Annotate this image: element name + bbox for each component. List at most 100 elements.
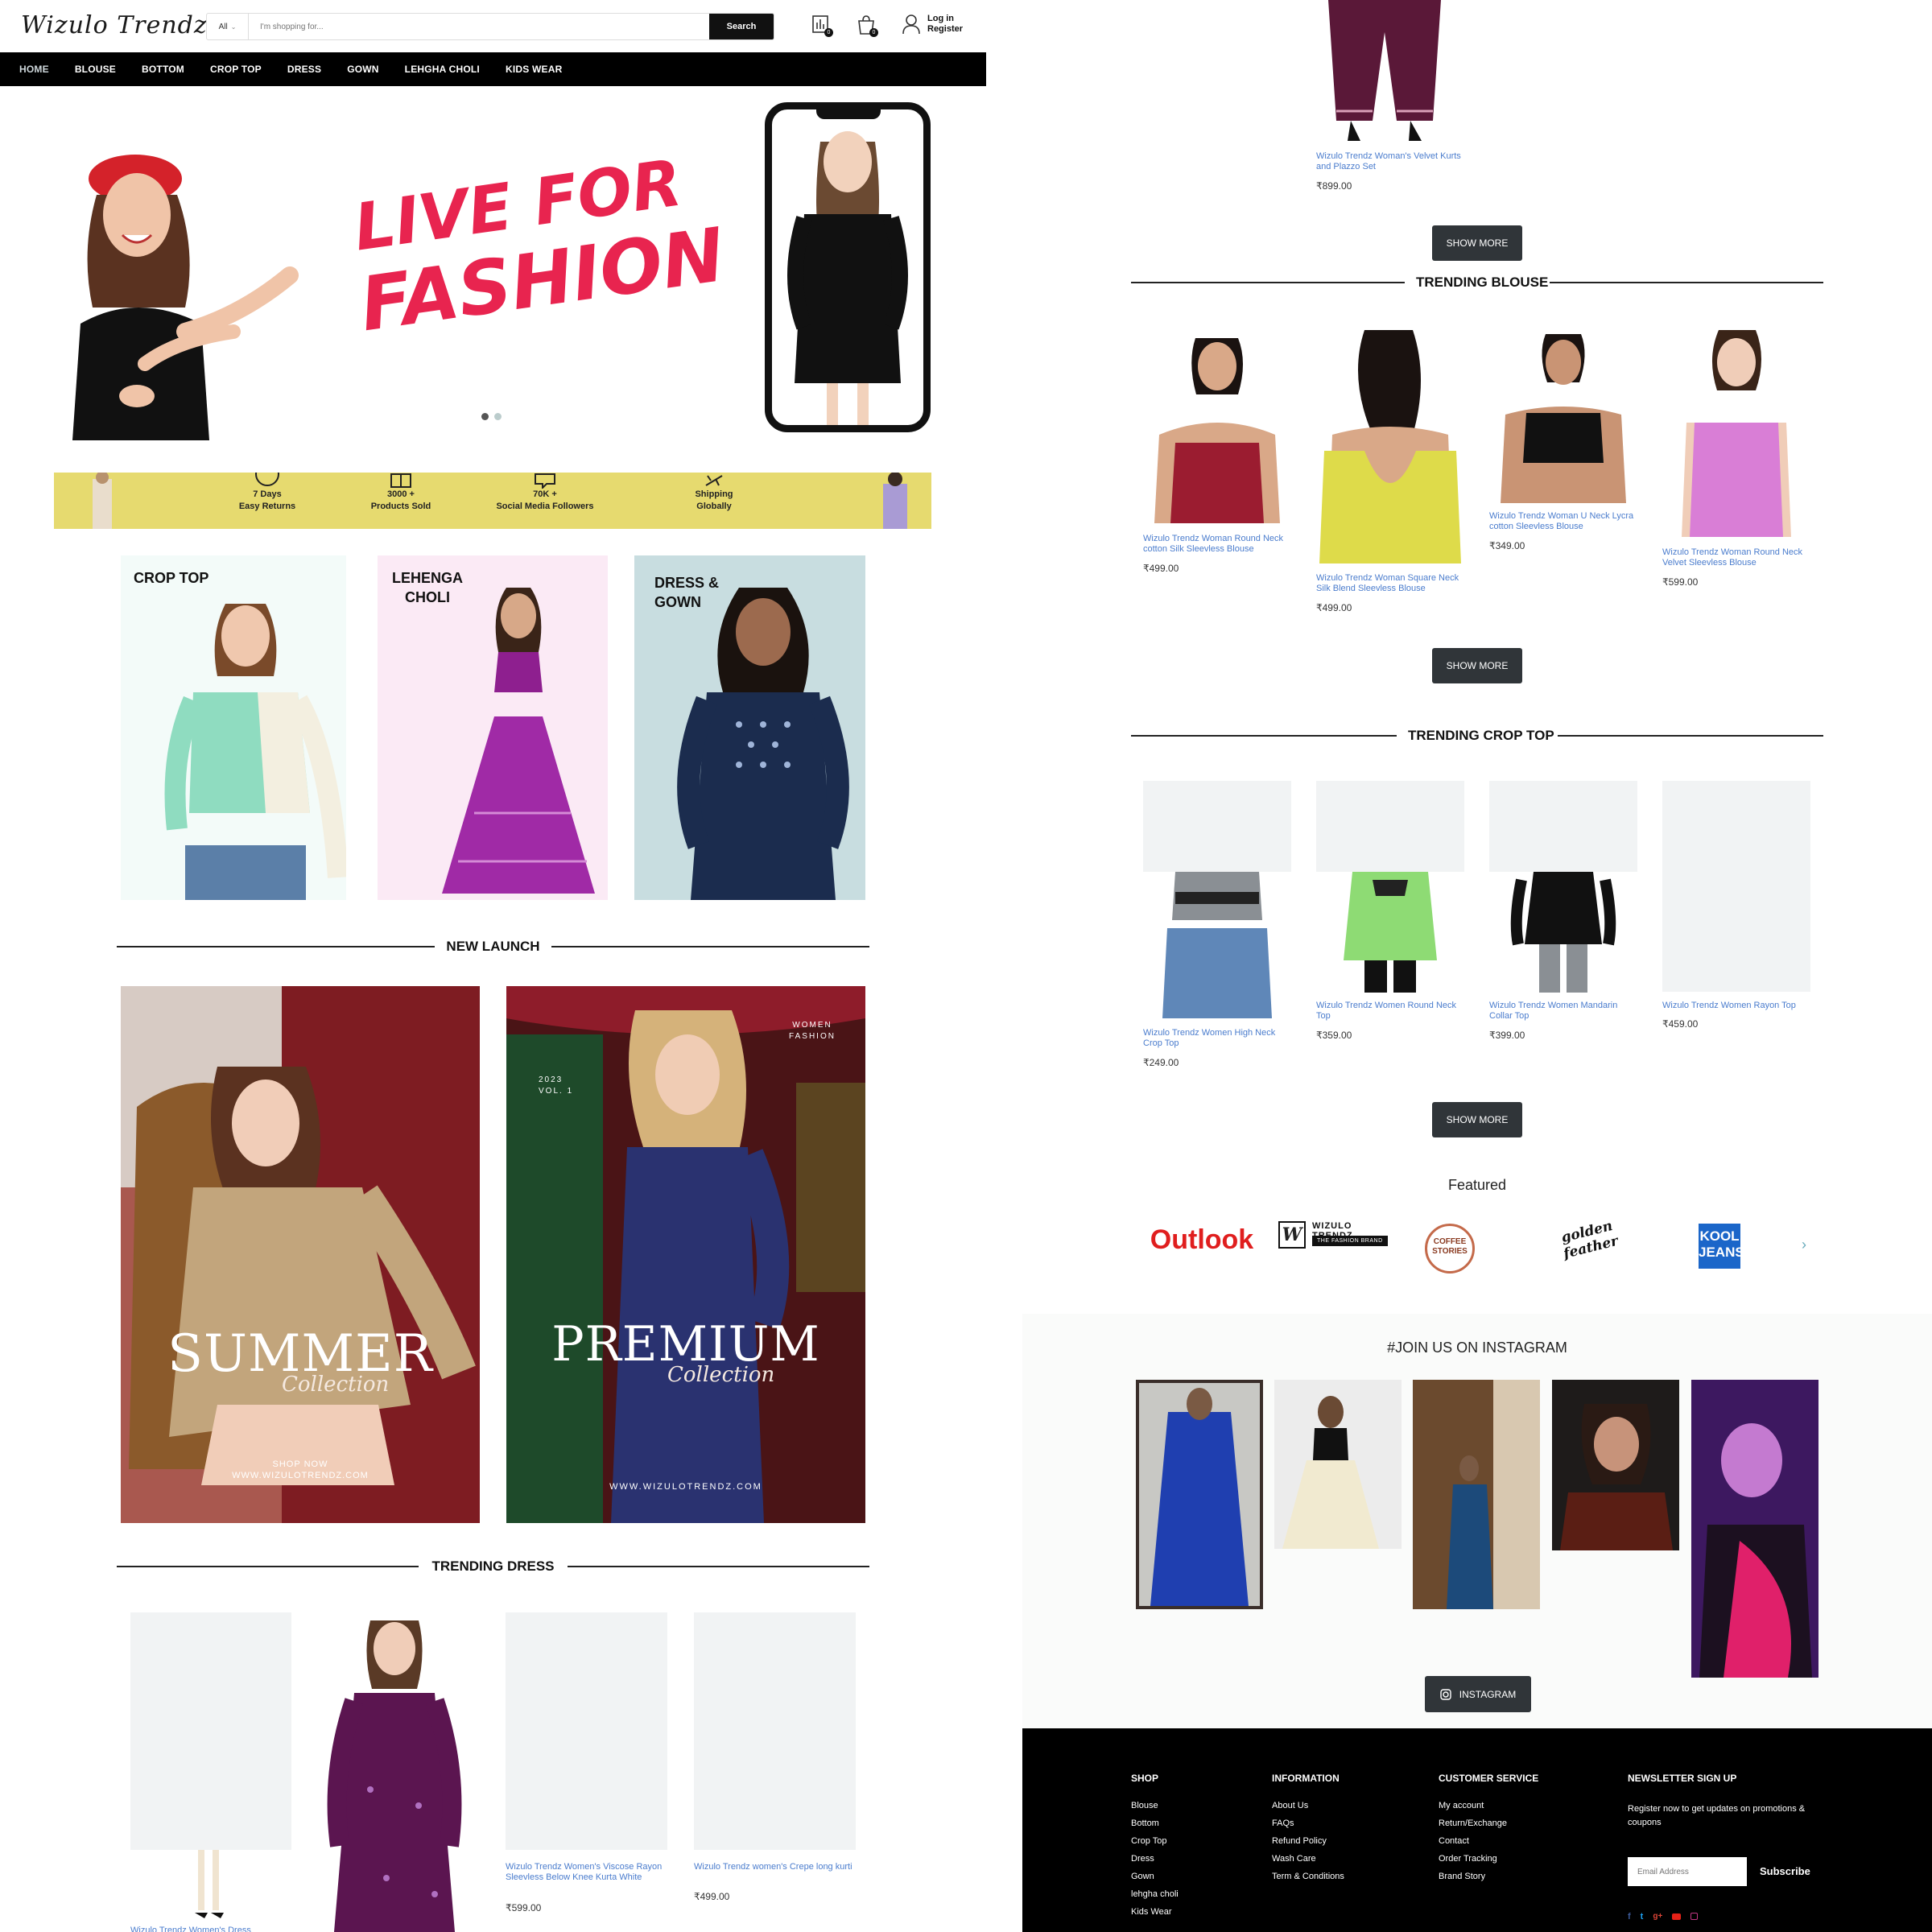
footer-link-wash-care[interactable]: Wash Care — [1272, 1850, 1344, 1868]
instagram-post-4[interactable] — [1552, 1380, 1679, 1550]
instagram-post-3[interactable] — [1413, 1380, 1540, 1609]
show-more-button-crop[interactable]: SHOW MORE — [1432, 1102, 1522, 1137]
featured-logo-outlook[interactable]: Outlook — [1141, 1220, 1262, 1260]
show-more-button-blouse[interactable]: SHOW MORE — [1432, 648, 1522, 683]
blouse-4-image — [1682, 330, 1791, 537]
crop-4-name[interactable]: Wizulo Trendz Women Rayon Top — [1662, 1001, 1815, 1011]
footer-link-bottom[interactable]: Bottom — [1131, 1814, 1179, 1832]
footer-link-about[interactable]: About Us — [1272, 1797, 1344, 1814]
search-scope-select[interactable]: All ⌄ — [207, 14, 249, 39]
crop-3-name[interactable]: Wizulo Trendz Women Mandarin Collar Top — [1489, 1001, 1642, 1022]
category-tile-crop-top[interactable]: CROP TOP — [121, 555, 346, 900]
premium-year: 2023 — [539, 1075, 564, 1084]
product-card-crop-3[interactable] — [1489, 781, 1637, 872]
compare-count-badge: 0 — [824, 28, 833, 37]
twitter-icon[interactable]: t — [1641, 1912, 1644, 1922]
dress-3-name[interactable]: Wizulo Trendz Women's Viscose Rayon Slee… — [506, 1862, 667, 1883]
dress-1-name[interactable]: Wizulo Trendz Women's Dress — [130, 1926, 291, 1932]
nav-lehgha-choli[interactable]: LEHGHA CHOLI — [405, 64, 480, 75]
instagram-post-1[interactable] — [1136, 1380, 1263, 1609]
nav-crop-top[interactable]: CROP TOP — [210, 64, 262, 75]
footer-link-my-account[interactable]: My account — [1439, 1797, 1507, 1814]
featured-next-arrow[interactable]: › — [1802, 1236, 1806, 1253]
featured-logo-golden-feather[interactable]: golden feather — [1550, 1216, 1629, 1272]
featured-logo-coffee-stories[interactable]: COFFEE STORIES — [1425, 1224, 1475, 1274]
crop-2-name[interactable]: Wizulo Trendz Women Round Neck Top — [1316, 1001, 1469, 1022]
newsletter-email-input[interactable] — [1628, 1857, 1747, 1886]
compare-button[interactable]: 0 — [811, 14, 833, 37]
footer-link-contact[interactable]: Contact — [1439, 1832, 1507, 1850]
search-button[interactable]: Search — [709, 14, 774, 39]
show-more-button-dress[interactable]: SHOW MORE — [1432, 225, 1522, 261]
footer-link-terms[interactable]: Term & Conditions — [1272, 1868, 1344, 1885]
product-card-crop-1[interactable] — [1143, 781, 1291, 872]
cart-count-badge: 0 — [869, 28, 878, 37]
product-card-dress-4[interactable] — [694, 1612, 856, 1850]
nav-dress[interactable]: DRESS — [287, 64, 321, 75]
cart-button[interactable]: 0 — [857, 14, 878, 37]
instagram-button[interactable]: INSTAGRAM — [1425, 1676, 1531, 1712]
facebook-icon[interactable]: f — [1628, 1912, 1631, 1922]
login-link[interactable]: Log in — [927, 14, 963, 24]
footer-link-blouse[interactable]: Blouse — [1131, 1797, 1179, 1814]
brand-logo[interactable]: Wizulo Trendz — [21, 11, 208, 39]
instagram-post-2[interactable] — [1274, 1380, 1402, 1549]
blouse-3-image — [1501, 334, 1626, 503]
trust-bar: 7 Days Easy Returns 3000 + Products Sold… — [54, 473, 931, 529]
instagram-post-5[interactable] — [1691, 1380, 1818, 1678]
google-plus-icon[interactable]: g+ — [1653, 1912, 1662, 1922]
blouse-2-name[interactable]: Wizulo Trendz Woman Square Neck Silk Ble… — [1316, 573, 1469, 594]
product-card-crop-4[interactable] — [1662, 781, 1810, 992]
footer-link-kids-wear[interactable]: Kids Wear — [1131, 1903, 1179, 1921]
blouse-4-price: ₹599.00 — [1662, 576, 1699, 588]
footer-link-crop-top[interactable]: Crop Top — [1131, 1832, 1179, 1850]
banner-premium-collection[interactable]: WOMEN FASHION 2023 VOL. 1 PREMIUM Collec… — [506, 986, 865, 1523]
footer-link-faqs[interactable]: FAQs — [1272, 1814, 1344, 1832]
banner-summer-collection[interactable]: SUMMER Collection SHOP NOW WWW.WIZULOTRE… — [121, 986, 480, 1523]
featured-logo-kool-jeans[interactable]: KOOL JEANS — [1699, 1224, 1744, 1269]
trust-returns-line1: 7 Days — [253, 489, 282, 499]
footer-link-order-tracking[interactable]: Order Tracking — [1439, 1850, 1507, 1868]
footer-link-refund[interactable]: Refund Policy — [1272, 1832, 1344, 1850]
blouse-3-price: ₹349.00 — [1489, 540, 1525, 551]
category-tile-lehenga-choli[interactable]: LEHENGA CHOLI — [378, 555, 608, 900]
nav-kids-wear[interactable]: KIDS WEAR — [506, 64, 562, 75]
nav-gown[interactable]: GOWN — [347, 64, 378, 75]
register-link[interactable]: Register — [927, 24, 963, 35]
product-card-crop-2[interactable] — [1316, 781, 1464, 872]
user-icon — [902, 14, 920, 35]
featured-logo-wizulo[interactable]: W WIZULO TRENDZ THE FASHION BRAND — [1278, 1220, 1391, 1252]
footer-service-title: CUSTOMER SERVICE — [1439, 1773, 1539, 1784]
footer-link-return[interactable]: Return/Exchange — [1439, 1814, 1507, 1832]
footer-link-lehgha-choli[interactable]: lehgha choli — [1131, 1885, 1179, 1903]
search-input[interactable] — [249, 14, 709, 39]
footer-link-gown[interactable]: Gown — [1131, 1868, 1179, 1885]
crop-2-price: ₹359.00 — [1316, 1030, 1352, 1041]
nav-home[interactable]: HOME — [19, 64, 49, 75]
account-link[interactable]: Log in Register — [902, 14, 963, 35]
newsletter-subscribe-button[interactable]: Subscribe — [1760, 1857, 1824, 1886]
main-nav: HOME BLOUSE BOTTOM CROP TOP DRESS GOWN L… — [0, 52, 986, 86]
product-card-dress-1[interactable] — [130, 1612, 291, 1850]
blouse-3-name[interactable]: Wizulo Trendz Woman U Neck Lycra cotton … — [1489, 511, 1642, 532]
product-card-dress-2[interactable] — [314, 1612, 475, 1932]
nav-blouse[interactable]: BLOUSE — [75, 64, 116, 75]
dress-4-name[interactable]: Wizulo Trendz women's Crepe long kurti — [694, 1862, 856, 1872]
top-product-name[interactable]: Wizulo Trendz Woman's Velvet Kurts and P… — [1316, 151, 1477, 172]
instagram-button-label: INSTAGRAM — [1459, 1688, 1517, 1700]
blouse-1-name[interactable]: Wizulo Trendz Woman Round Neck cotton Si… — [1143, 534, 1296, 555]
footer-link-dress[interactable]: Dress — [1131, 1850, 1179, 1868]
category-tile-dress-gown[interactable]: DRESS & GOWN — [634, 555, 865, 900]
slider-dot-active[interactable] — [481, 413, 489, 420]
footer-link-brand-story[interactable]: Brand Story — [1439, 1868, 1507, 1885]
dress-gown-model-image — [677, 588, 849, 900]
chevron-down-icon: ⌄ — [230, 23, 237, 31]
blouse-4-name[interactable]: Wizulo Trendz Woman Round Neck Velvet Sl… — [1662, 547, 1815, 568]
instagram-footer-icon[interactable] — [1690, 1913, 1699, 1920]
product-card-dress-3[interactable] — [506, 1612, 667, 1850]
summer-shop-now[interactable]: SHOP NOW — [121, 1459, 480, 1469]
nav-bottom[interactable]: BOTTOM — [142, 64, 184, 75]
crop-1-name[interactable]: Wizulo Trendz Women High Neck Crop Top — [1143, 1028, 1296, 1049]
youtube-icon[interactable] — [1672, 1913, 1682, 1920]
slider-dot[interactable] — [494, 413, 502, 420]
